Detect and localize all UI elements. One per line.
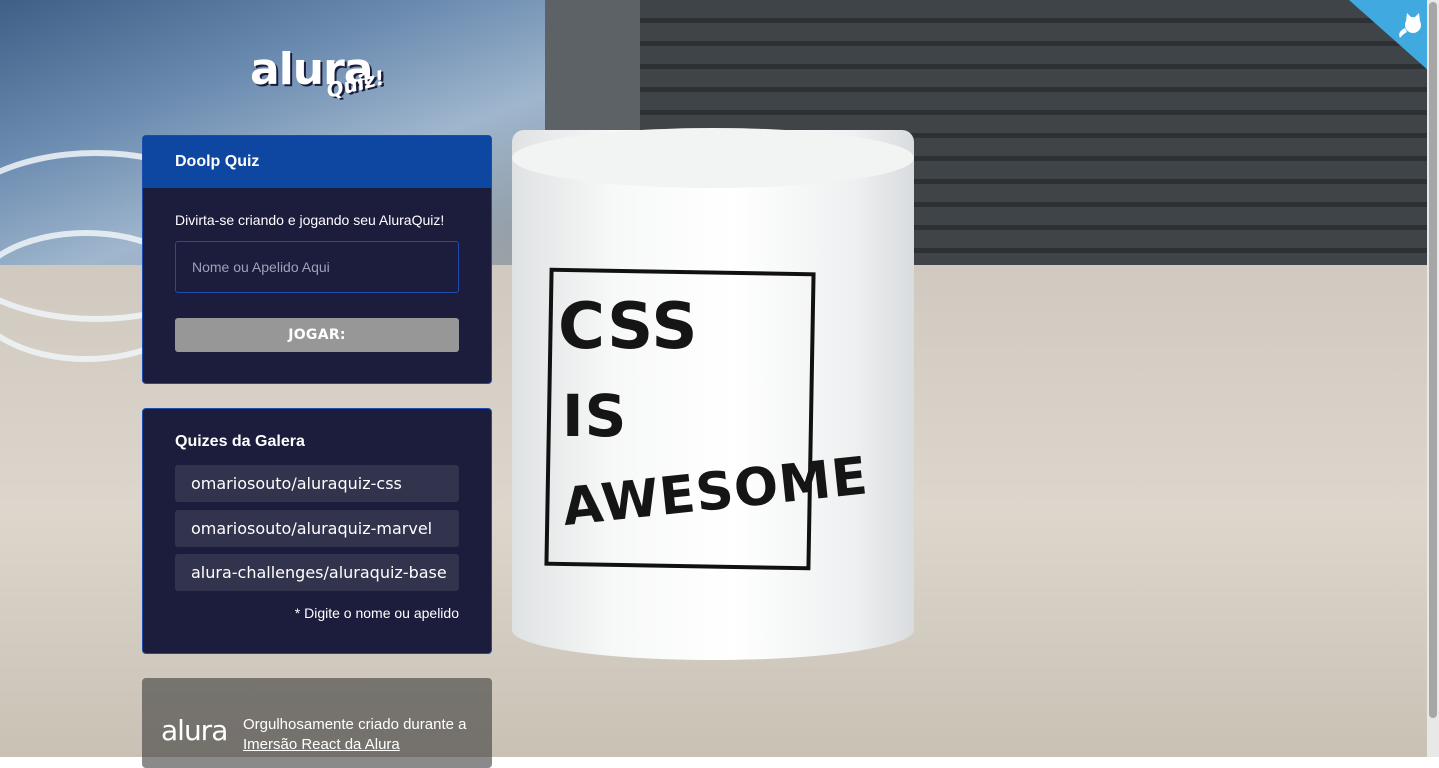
community-quizzes-title: Quizes da Galera xyxy=(175,433,305,450)
quiz-link-item[interactable]: omariosouto/aluraquiz-marvel xyxy=(175,510,459,547)
quiz-start-card: Doolp Quiz Divirta-se criando e jogando … xyxy=(142,135,492,384)
name-input[interactable] xyxy=(175,241,459,293)
quiz-link-item[interactable]: alura-challenges/aluraquiz-base xyxy=(175,554,459,591)
scrollbar-thumb[interactable] xyxy=(1429,2,1437,718)
card-subtitle: Divirta-se criando e jogando seu AluraQu… xyxy=(175,212,445,228)
footer-immersion-link[interactable]: Imersão React da Alura xyxy=(243,736,400,753)
footer-text-label: Orgulhosamente criado durante a xyxy=(243,716,467,733)
footer-card: alura Orgulhosamente criado durante a Im… xyxy=(142,678,492,768)
name-hint: * Digite o nome ou apelido xyxy=(294,605,459,621)
alura-quiz-logo: alura Quiz! xyxy=(250,44,390,106)
mug-text-line2: IS xyxy=(562,382,628,450)
page-scrollbar[interactable] xyxy=(1427,0,1439,757)
octocat-icon xyxy=(1349,0,1439,80)
card-title: Doolp Quiz xyxy=(143,136,491,188)
github-corner-link[interactable] xyxy=(1349,0,1439,80)
community-quizzes-card: Quizes da Galera omariosouto/aluraquiz-c… xyxy=(142,408,492,654)
play-button[interactable]: JOGAR: xyxy=(175,318,459,352)
mug-text-line1: CSS xyxy=(558,290,699,364)
footer-alura-logo: alura xyxy=(161,714,228,747)
footer-text: Orgulhosamente criado durante a Imersão … xyxy=(243,715,483,755)
mug-rim xyxy=(512,128,914,188)
quiz-link-item[interactable]: omariosouto/aluraquiz-css xyxy=(175,465,459,502)
